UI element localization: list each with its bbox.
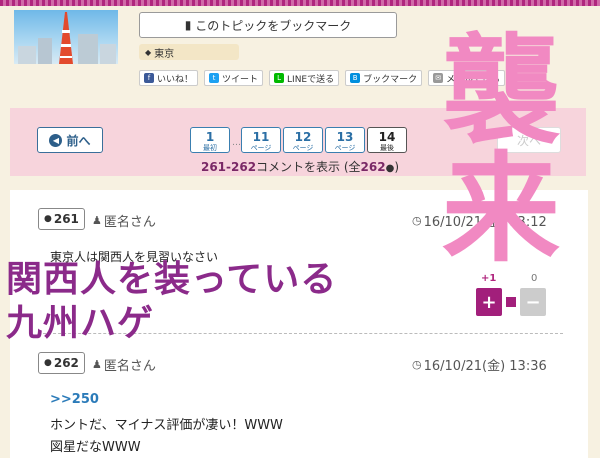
author-name: 匿名さん <box>103 359 156 374</box>
comment-body: ホントだ、マイナス評価が凄い！WWW <box>50 418 283 433</box>
share-label: LINEで送る <box>287 74 335 85</box>
page-button-14-current[interactable]: 14 最後 <box>367 127 407 153</box>
arrow-left-icon: ◀ <box>49 133 63 147</box>
page-number: 12 <box>294 130 312 144</box>
twitter-icon: t <box>209 73 220 83</box>
bookmark-topic-label: このトピックをブックマーク <box>195 18 352 33</box>
page-sub: ページ <box>292 144 314 152</box>
comment-number-badge[interactable]: ● 262 <box>38 352 85 374</box>
page-button-11[interactable]: 11 ページ <box>241 127 281 153</box>
date-text: 16/10/21(金) 13:36 <box>423 359 547 374</box>
top-stripe <box>0 0 600 6</box>
user-icon: ♟ <box>92 358 102 371</box>
reply-anchor-link[interactable]: >>250 <box>50 392 99 407</box>
share-line-button[interactable]: L LINEで送る <box>269 70 340 86</box>
share-label: ブックマーク <box>363 74 418 85</box>
page-button-1[interactable]: 1 最初 <box>190 127 230 153</box>
minus-vote-button[interactable]: − <box>520 288 546 316</box>
overlay-caption-line1: 関西人を装っている <box>6 259 338 300</box>
comment-number: 262 <box>53 356 79 370</box>
pager-ellipsis: … <box>232 138 241 148</box>
page-sub: 最初 <box>203 144 217 152</box>
overlay-kanji-top: 襲 <box>442 22 561 160</box>
bookmark-topic-button[interactable]: ▮ このトピックをブックマーク <box>139 12 397 38</box>
comment-author: ♟ 匿名さん <box>92 355 156 374</box>
topic-thumbnail[interactable] <box>14 10 118 64</box>
page-sub: 最後 <box>380 144 394 152</box>
clock-icon: ◷ <box>412 358 422 371</box>
hatena-icon: B <box>350 73 361 83</box>
comment-total-suffix: ) <box>394 160 400 174</box>
share-twitter-button[interactable]: t ツイート <box>204 70 264 86</box>
page-number: 1 <box>205 130 215 144</box>
comment-total: 262 <box>360 160 386 174</box>
page-number: 13 <box>336 130 354 144</box>
page-button-12[interactable]: 12 ページ <box>283 127 323 153</box>
comment-bubble-icon: ● <box>44 358 52 368</box>
plus-vote-button[interactable]: + <box>476 288 502 316</box>
prev-label: 前へ <box>66 133 91 148</box>
comment-number-badge[interactable]: ● 261 <box>38 208 85 230</box>
share-label: いいね！ <box>157 74 194 85</box>
prev-page-button[interactable]: ◀ 前へ <box>37 127 103 153</box>
comment-date: ◷ 16/10/21(金) 13:36 <box>412 355 547 374</box>
facebook-icon: f <box>144 73 154 83</box>
user-icon: ♟ <box>92 214 102 227</box>
tokyo-tower-icon <box>58 12 74 64</box>
comment-body: 図星だなWWW <box>50 440 141 455</box>
tag-icon: ◆ <box>145 47 152 57</box>
share-hatena-button[interactable]: B ブックマーク <box>345 70 423 86</box>
page-number: 11 <box>252 130 270 144</box>
page-number: 14 <box>378 130 396 144</box>
clock-icon: ◷ <box>412 214 422 227</box>
comment-number: 261 <box>53 212 79 226</box>
page-button-13[interactable]: 13 ページ <box>325 127 365 153</box>
page-sub: ページ <box>334 144 356 152</box>
share-label: ツイート <box>222 74 259 85</box>
page-sub: ページ <box>250 144 272 152</box>
comment-author: ♟ 匿名さん <box>92 211 156 230</box>
overlay-caption-line2: 九州ハゲ <box>6 303 155 344</box>
tag-tokyo[interactable]: ◆ 東京 <box>139 44 239 60</box>
comment-range: 261-262 <box>200 160 257 174</box>
line-icon: L <box>274 73 285 83</box>
tag-label: 東京 <box>154 48 175 60</box>
author-name: 匿名さん <box>103 215 156 230</box>
comment-range-suffix: コメントを表示 (全 <box>256 160 361 174</box>
comment-bubble-icon: ● <box>44 214 52 224</box>
overlay-kanji-bottom: 来 <box>442 140 561 278</box>
vote-divider <box>506 297 516 307</box>
share-facebook-button[interactable]: f いいね！ <box>139 70 199 86</box>
bookmark-icon: ▮ <box>184 18 192 32</box>
